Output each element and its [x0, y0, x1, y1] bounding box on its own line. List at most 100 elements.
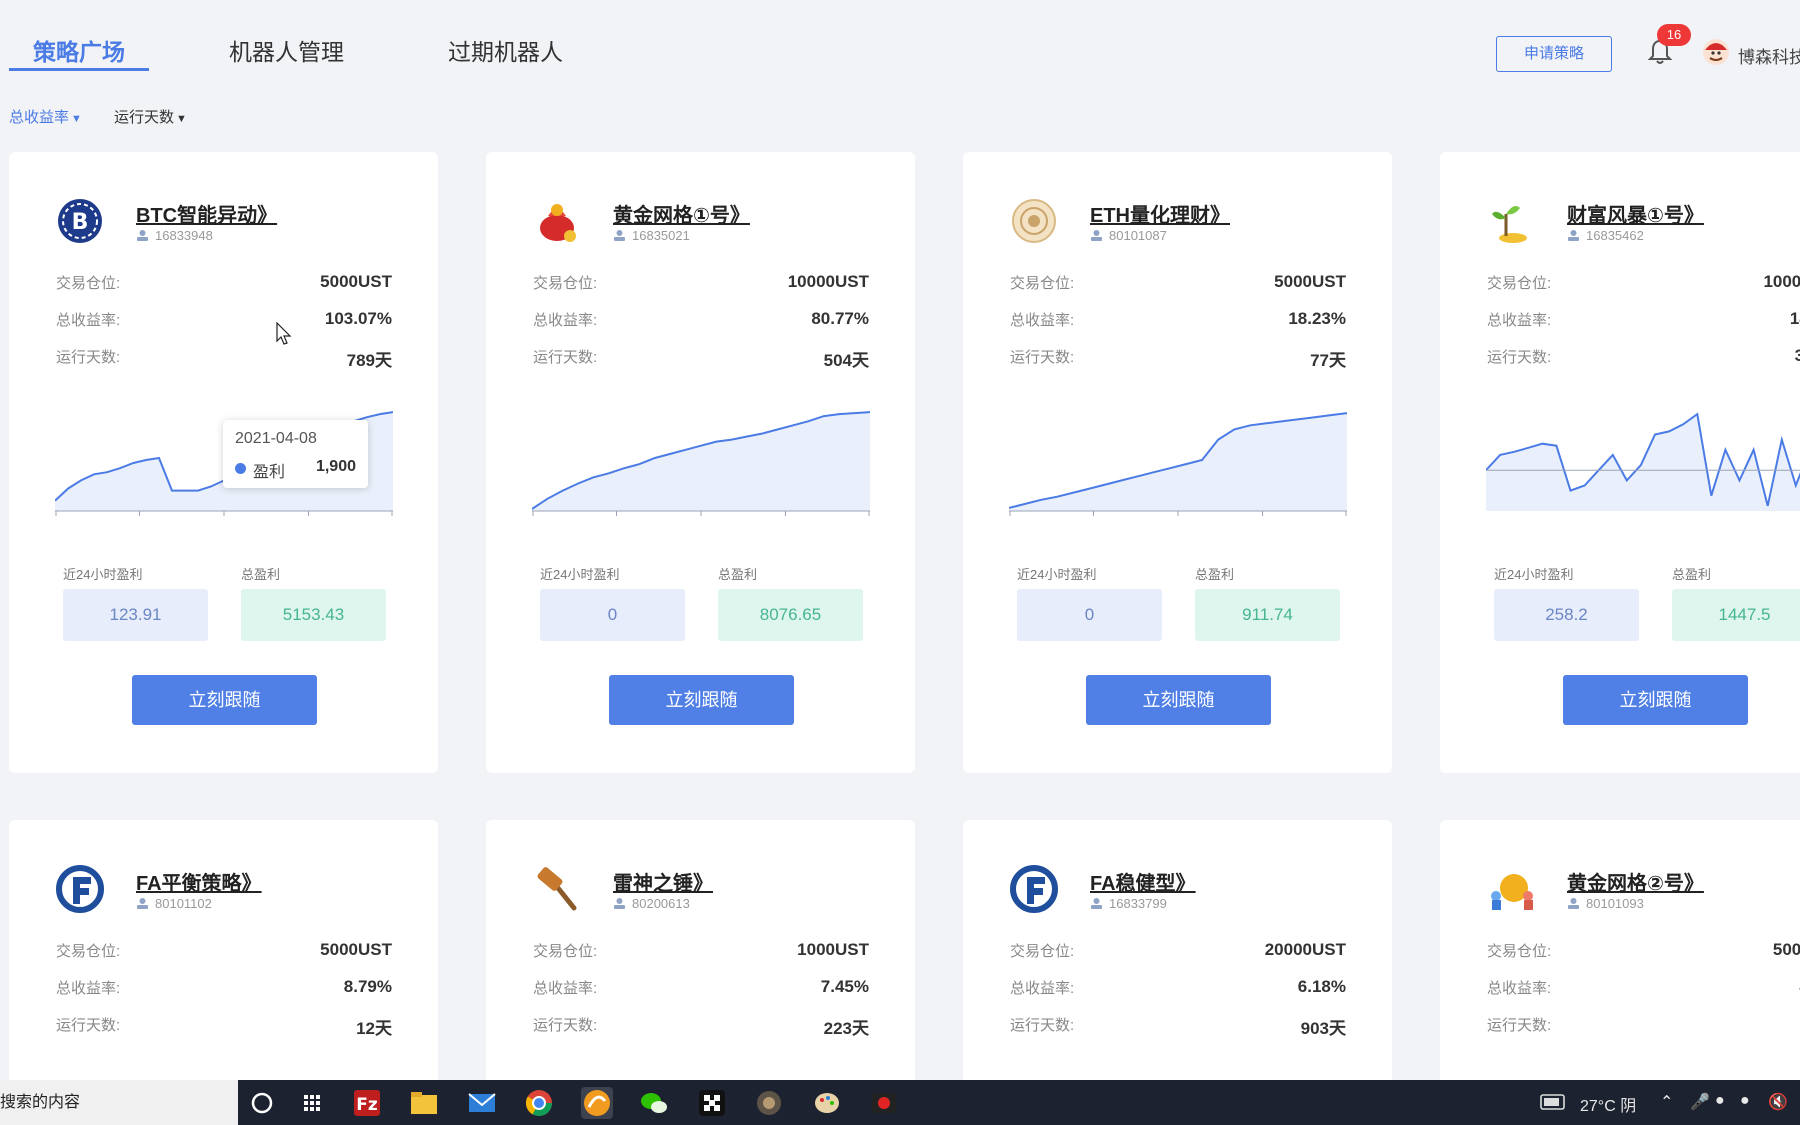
card-header: ETH量化理财》 80101087: [1009, 196, 1369, 256]
return-label: 总收益率:: [56, 312, 121, 329]
tray-mic-icon[interactable]: 🎤: [1690, 1092, 1710, 1112]
wechat-icon[interactable]: [638, 1087, 670, 1119]
btc-icon: B: [55, 196, 105, 246]
strategy-title-link[interactable]: BTC智能异动》: [136, 199, 277, 228]
profit-24h-label: 近24小时盈利: [63, 567, 143, 582]
strategy-title-link[interactable]: FA稳健型》: [1090, 867, 1196, 896]
return-label: 总收益率:: [56, 980, 121, 997]
position-value: 20000UST: [1264, 940, 1346, 959]
follow-now-button[interactable]: 立刻跟随: [1086, 675, 1271, 725]
cortana-icon[interactable]: [246, 1087, 278, 1119]
profit-24h-value: 0: [540, 589, 685, 641]
strategy-title-link[interactable]: 黄金网格①号》: [613, 199, 750, 228]
okx-icon[interactable]: [696, 1087, 728, 1119]
days-value: 223天: [823, 1019, 869, 1038]
row-position: 交易仓位: 10000U: [1487, 272, 1800, 294]
tab-robot-management[interactable]: 机器人管理: [229, 33, 344, 67]
card-header: FA平衡策略》 80101102: [55, 864, 415, 924]
strategy-id: 80200613: [613, 896, 690, 911]
mail-icon[interactable]: [466, 1087, 498, 1119]
row-days: 运行天数: 307: [1487, 346, 1800, 368]
strategy-id-value: 80101093: [1586, 896, 1644, 911]
position-value: 10000UST: [787, 272, 869, 291]
days-value: 789天: [346, 351, 392, 370]
position-value: 5000UST: [1274, 272, 1346, 291]
return-value: 103.07%: [324, 309, 392, 328]
paint-icon[interactable]: [811, 1087, 843, 1119]
row-return: 总收益率:4.8: [1487, 977, 1800, 999]
return-label: 总收益率:: [533, 980, 598, 997]
row-position: 交易仓位: 5000UST: [1010, 272, 1346, 294]
row-days: 运行天数: 903天: [1010, 1014, 1346, 1038]
apply-strategy-button[interactable]: 申请策略: [1496, 36, 1612, 72]
row-days: 运行天数:7: [1487, 1014, 1800, 1036]
task-view-icon[interactable]: [296, 1087, 328, 1119]
sort-run-days[interactable]: 运行天数 ▼: [114, 106, 187, 127]
fa-logo-icon: [55, 864, 105, 914]
user-avatar[interactable]: [1702, 38, 1730, 66]
tray-chevron-up-icon[interactable]: ⌃: [1660, 1092, 1673, 1112]
tray-battery-icon[interactable]: [1540, 1092, 1568, 1117]
strategy-title-link[interactable]: 雷神之锤》: [613, 867, 713, 896]
days-value: 903天: [1300, 1019, 1346, 1038]
chart-tooltip: 2021-04-08 盈利 1,900: [223, 420, 368, 488]
chrome-icon[interactable]: [523, 1087, 555, 1119]
follow-now-button[interactable]: 立刻跟随: [1563, 675, 1748, 725]
money-people-icon: [1486, 864, 1536, 914]
file-explorer-icon[interactable]: [408, 1087, 440, 1119]
strategy-card[interactable]: 黄金网格①号》 16835021 交易仓位: 10000UST 总收益率: 80.77% 运…: [486, 152, 915, 773]
user-id-icon: [1567, 897, 1580, 910]
follow-now-button[interactable]: 立刻跟随: [609, 675, 794, 725]
strategy-id-value: 80200613: [632, 896, 690, 911]
taskbar-search-box[interactable]: 搜索的内容: [0, 1080, 238, 1125]
total-profit-label: 总盈利: [1672, 567, 1712, 582]
sort-total-return[interactable]: 总收益率 ▼: [9, 106, 82, 127]
card-header: 黄金网格①号》 16835021: [532, 196, 892, 256]
strategy-id-value: 80101102: [155, 896, 212, 911]
tab-expired-robots[interactable]: 过期机器人: [448, 33, 563, 67]
position-label: 交易仓位:: [1487, 275, 1552, 292]
profit-sparkline[interactable]: [1009, 399, 1347, 534]
strategy-title-link[interactable]: 黄金网格②号》: [1567, 867, 1704, 896]
windows-taskbar: 搜索的内容 Fz 27°C 阴 ⌃ 🎤 ● ● 🔇: [0, 1080, 1800, 1125]
position-label: 交易仓位:: [1487, 943, 1552, 960]
strategy-title-link[interactable]: ETH量化理财》: [1090, 199, 1230, 228]
tab-strategy-square[interactable]: 策略广场: [33, 33, 125, 67]
sort-label: 运行天数: [114, 109, 175, 126]
tray-qq2-icon[interactable]: ●: [1740, 1092, 1750, 1110]
profit-24h-value: 0: [1017, 589, 1162, 641]
row-position: 交易仓位: 20000UST: [1010, 940, 1346, 962]
position-value: 10000U: [1763, 272, 1800, 291]
days-value: 307: [1794, 346, 1800, 365]
strategy-card[interactable]: 财富风暴①号》16835462 交易仓位: 10000U 总收益率: 14.4 运行天数:…: [1440, 152, 1800, 773]
strategy-id: 16835462: [1567, 228, 1644, 243]
game-app-icon[interactable]: [753, 1087, 785, 1119]
filezilla-icon[interactable]: Fz: [351, 1087, 383, 1119]
profit-24h-value: 258.2: [1494, 589, 1639, 641]
sprout-coin-icon: [1486, 196, 1536, 246]
fa-logo-icon: [1009, 864, 1059, 914]
weather-readout[interactable]: 27°C 阴: [1580, 1092, 1636, 1116]
profit-24h-label: 近24小时盈利: [540, 567, 620, 582]
money-bag-icon: [532, 196, 582, 246]
row-days: 运行天数: 504天: [533, 346, 869, 370]
profit-sparkline[interactable]: [1486, 399, 1800, 534]
row-return: 总收益率: 6.18%: [1010, 977, 1346, 999]
tray-volume-mute-icon[interactable]: 🔇: [1768, 1092, 1788, 1112]
profit-sparkline[interactable]: [532, 399, 870, 534]
card-header: 雷神之锤》 80200613: [532, 864, 892, 924]
days-value: 77天: [1310, 351, 1346, 370]
return-value: 8.79%: [343, 977, 392, 996]
tray-qq-icon[interactable]: ●: [1715, 1092, 1725, 1110]
strategy-id-value: 16835021: [632, 228, 690, 243]
browser-app-icon[interactable]: [581, 1087, 613, 1119]
user-name[interactable]: 博森科技: [1738, 43, 1800, 68]
strategy-card[interactable]: ETH量化理财》 80101087 交易仓位: 5000UST 总收益率: 18.23% 运…: [963, 152, 1392, 773]
strategy-id-value: 16833948: [155, 228, 213, 243]
follow-now-button[interactable]: 立刻跟随: [132, 675, 317, 725]
return-label: 总收益率:: [533, 312, 598, 329]
strategy-title-link[interactable]: 财富风暴①号》: [1567, 199, 1704, 228]
row-position: 交易仓位: 5000U: [1487, 940, 1800, 962]
recorder-icon[interactable]: [868, 1087, 900, 1119]
strategy-title-link[interactable]: FA平衡策略》: [136, 867, 262, 896]
